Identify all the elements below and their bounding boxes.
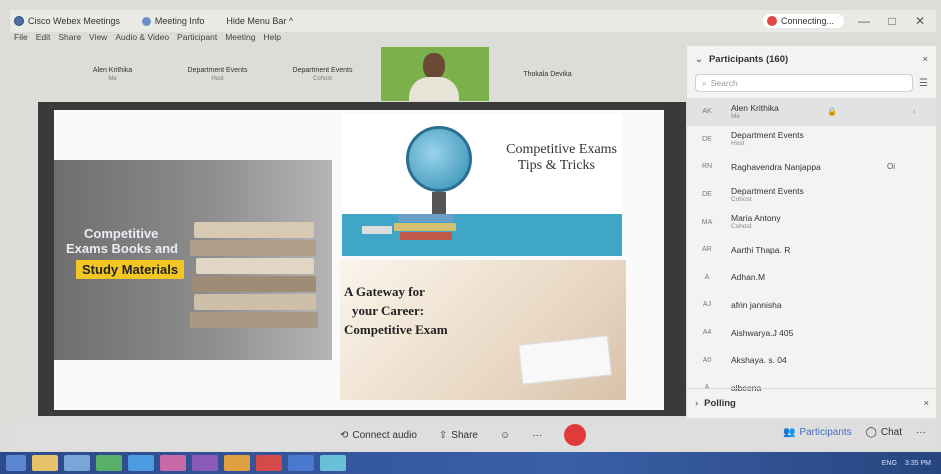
meeting-controls: ⟲ Connect audio ⇧ Share ☺ ··· 👥 Particip… <box>10 418 936 450</box>
hide-menu-bar-button[interactable]: Hide Menu Bar ^ <box>226 16 293 26</box>
overflow-button[interactable]: ··· <box>916 427 926 438</box>
minimize-button[interactable]: — <box>856 14 872 28</box>
title-bar: Cisco Webex Meetings Meeting Info Hide M… <box>10 10 936 32</box>
opera-icon[interactable] <box>256 455 282 471</box>
more-button[interactable]: ··· <box>532 430 542 441</box>
audio-icon: ⟲ <box>340 429 349 441</box>
menu-participant[interactable]: Participant <box>177 32 217 46</box>
language-indicator[interactable]: ENG <box>882 460 897 467</box>
polling-header[interactable]: › Polling × <box>687 388 937 418</box>
onenote-icon[interactable] <box>192 455 218 471</box>
share-icon: ⇧ <box>438 429 448 441</box>
maximize-button[interactable]: □ <box>884 14 900 28</box>
browser-icon[interactable] <box>128 455 154 471</box>
participants-button[interactable]: 👥 Participants <box>783 427 852 438</box>
books-image: Competitive Exams Books and Study Materi… <box>54 160 332 360</box>
participants-header[interactable]: ⌄ Participants (160) × <box>687 46 936 72</box>
books-highlight: Study Materials <box>76 260 185 279</box>
list-item[interactable]: A4 Aishwarya.J 405 <box>687 319 936 347</box>
list-item[interactable]: AR Aarthi Thapa. R <box>687 236 936 264</box>
video-tile[interactable] <box>381 47 489 101</box>
chevron-right-icon: › <box>695 398 699 409</box>
menu-file[interactable]: File <box>14 32 28 46</box>
participant-list: AK Alen Krithika Me 🔒 ‹ DE Department Eve… <box>687 98 936 402</box>
menu-view[interactable]: View <box>89 32 107 46</box>
list-item[interactable]: DE Department Events Host <box>687 126 936 154</box>
photos-icon[interactable] <box>160 455 186 471</box>
menu-edit[interactable]: Edit <box>36 32 51 46</box>
thumb-tile[interactable]: Department Events Cohost <box>270 67 375 82</box>
connect-audio-button[interactable]: ⟲ Connect audio <box>340 430 417 441</box>
end-meeting-button[interactable] <box>564 424 587 446</box>
search-icon: ⌕ <box>702 77 707 88</box>
globe-icon <box>406 126 472 192</box>
list-item[interactable]: DE Department Events Cohost <box>687 181 936 209</box>
people-icon: 👥 <box>782 427 796 438</box>
person-head <box>423 53 445 79</box>
menu-help[interactable]: Help <box>263 32 280 46</box>
participant-search-input[interactable]: ⌕ Search <box>695 74 914 92</box>
chevron-down-icon: ⌄ <box>695 53 703 65</box>
list-item[interactable]: AJ afrin jannisha <box>687 291 936 319</box>
thumb-tile[interactable]: Alen Krithika Me <box>60 67 165 82</box>
meeting-info-button[interactable]: Meeting Info <box>141 16 204 26</box>
chat-button[interactable]: ◯ Chat <box>866 427 902 438</box>
paper-shape <box>518 335 612 385</box>
shared-content: Competitive Exams Books and Study Materi… <box>38 102 686 416</box>
thumb-tile[interactable]: Thokala Devika <box>495 71 600 78</box>
menu-bar: File Edit Share View Audio & Video Parti… <box>10 32 686 46</box>
person-body <box>409 77 459 101</box>
app-icon[interactable] <box>96 455 122 471</box>
list-item[interactable]: A Adhan.M <box>687 264 936 292</box>
lock-icon: 🔒 <box>827 107 837 117</box>
chat-icon: ◯ <box>865 427 877 438</box>
thumb-tile[interactable]: Department Events Host <box>165 67 270 82</box>
webex-icon[interactable] <box>320 455 346 471</box>
close-panel-icon[interactable]: × <box>922 54 928 65</box>
webex-logo-icon <box>14 16 24 26</box>
list-item[interactable]: A0 Akshaya. s. 04 <box>687 346 936 374</box>
menu-audio-video[interactable]: Audio & Video <box>115 32 169 46</box>
windows-taskbar: ENG 3:35 PM <box>0 452 941 474</box>
presentation-slide: Competitive Exams Books and Study Materi… <box>54 110 664 410</box>
clock[interactable]: 3:35 PM <box>905 460 931 467</box>
info-icon <box>141 16 151 26</box>
participant-strip: Alen Krithika Me Department Events Host … <box>60 47 620 101</box>
connection-icon <box>766 16 777 26</box>
connection-status[interactable]: Connecting... <box>762 14 844 28</box>
participants-panel: ⌄ Participants (160) × ⌕ Search ☰ AK Ale… <box>686 46 937 418</box>
system-tray: ENG 3:35 PM <box>882 460 941 467</box>
menu-meeting[interactable]: Meeting <box>225 32 255 46</box>
gateway-caption: A Gateway for your Career: Competitive E… <box>344 284 448 337</box>
desktop-icon[interactable] <box>64 455 90 471</box>
water-bg <box>342 214 622 256</box>
list-item[interactable]: AK Alen Krithika Me 🔒 ‹ <box>687 98 936 126</box>
file-explorer-icon[interactable] <box>32 455 58 471</box>
app-title: Cisco Webex Meetings <box>10 16 120 26</box>
tips-image: Competitive Exams Tips & Tricks <box>342 114 622 256</box>
list-item[interactable]: RN Raghavendra Nanjappa Oi <box>687 153 936 181</box>
share-button[interactable]: ⇧ Share <box>439 430 478 441</box>
reactions-icon[interactable]: ☺ <box>500 430 510 441</box>
list-item[interactable]: MA Maria Antony Cohost <box>687 208 936 236</box>
start-icon[interactable] <box>6 455 26 471</box>
word-icon[interactable] <box>288 455 314 471</box>
books-caption: Competitive Exams Books and <box>66 226 178 256</box>
gateway-image: A Gateway for your Career: Competitive E… <box>340 260 626 400</box>
close-polling-icon[interactable]: × <box>923 398 929 409</box>
sort-list-icon[interactable]: ☰ <box>919 78 928 89</box>
collapse-icon[interactable]: ‹ <box>913 107 916 116</box>
close-button[interactable]: ✕ <box>912 14 928 28</box>
chrome-icon[interactable] <box>224 455 250 471</box>
tips-title: Competitive Exams Tips & Tricks <box>506 142 617 173</box>
menu-share[interactable]: Share <box>58 32 81 46</box>
